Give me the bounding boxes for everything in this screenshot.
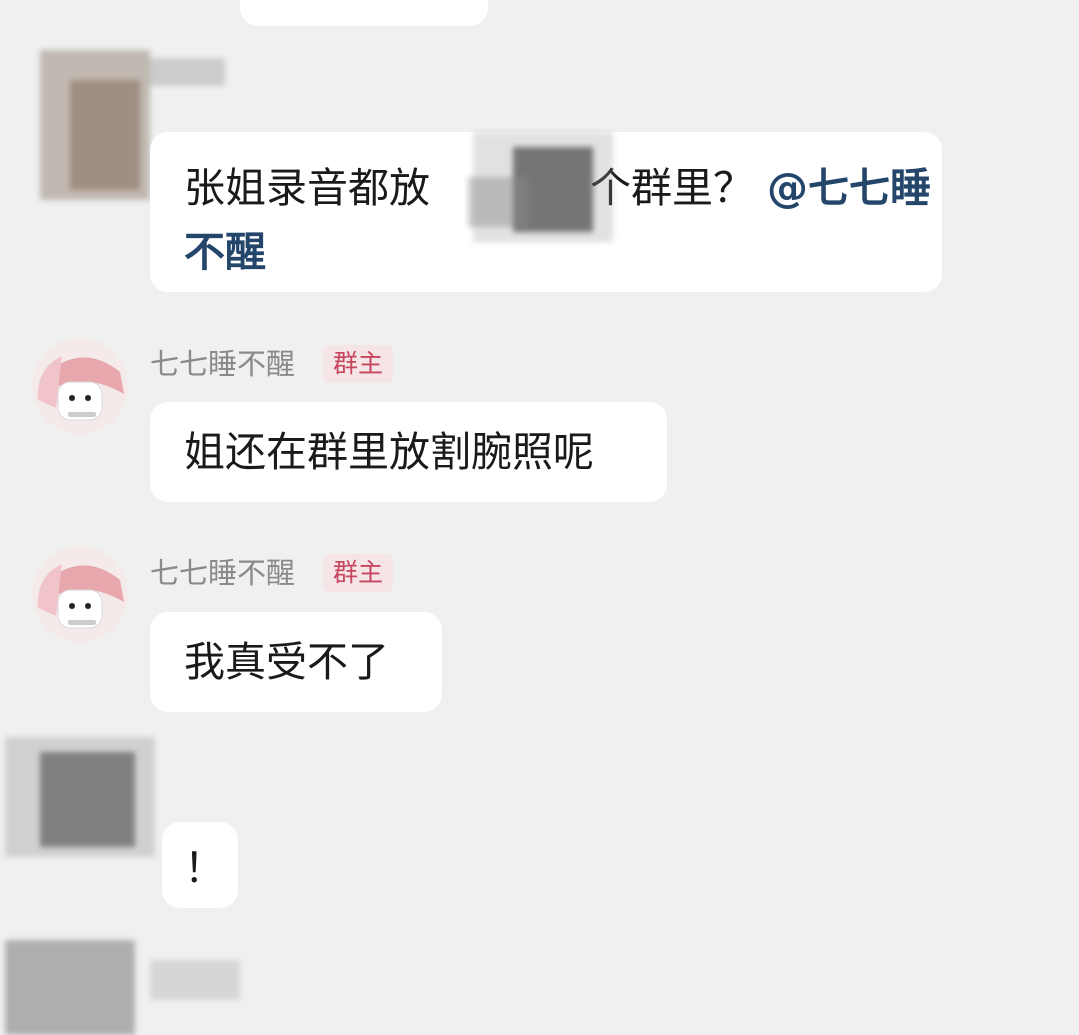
- redaction-scribble: [468, 132, 613, 242]
- message-text: ！: [184, 844, 225, 892]
- message-text: 张姐录音都放: [184, 164, 430, 212]
- sender-name: 七七睡不醒: [150, 556, 296, 590]
- group-owner-badge: 群主: [323, 554, 394, 592]
- message-bubble[interactable]: 我真受不了: [150, 612, 442, 712]
- avatar[interactable]: [32, 338, 128, 434]
- group-owner-badge: 群主: [323, 345, 394, 383]
- message-bubble-partial[interactable]: [240, 0, 488, 26]
- sender-name: 七七睡不醒: [150, 347, 296, 381]
- message-bubble[interactable]: 姐还在群里放割腕照呢: [150, 402, 667, 502]
- redacted-avatar: [5, 737, 155, 857]
- message-text: 我真受不了: [184, 638, 389, 686]
- cartoon-character-avatar-icon: [32, 546, 128, 642]
- chat-window: 张姐录音都放 个群里？ @七七睡不醒 七七睡不醒 群主 姐还在群里放割腕照呢 七…: [0, 0, 1079, 1035]
- message-text: 姐还在群里放割腕照呢: [184, 428, 594, 476]
- redacted-avatar: [5, 940, 240, 1035]
- message-bubble[interactable]: ！: [162, 822, 238, 908]
- cartoon-character-avatar-icon: [32, 338, 128, 434]
- avatar[interactable]: [32, 546, 128, 642]
